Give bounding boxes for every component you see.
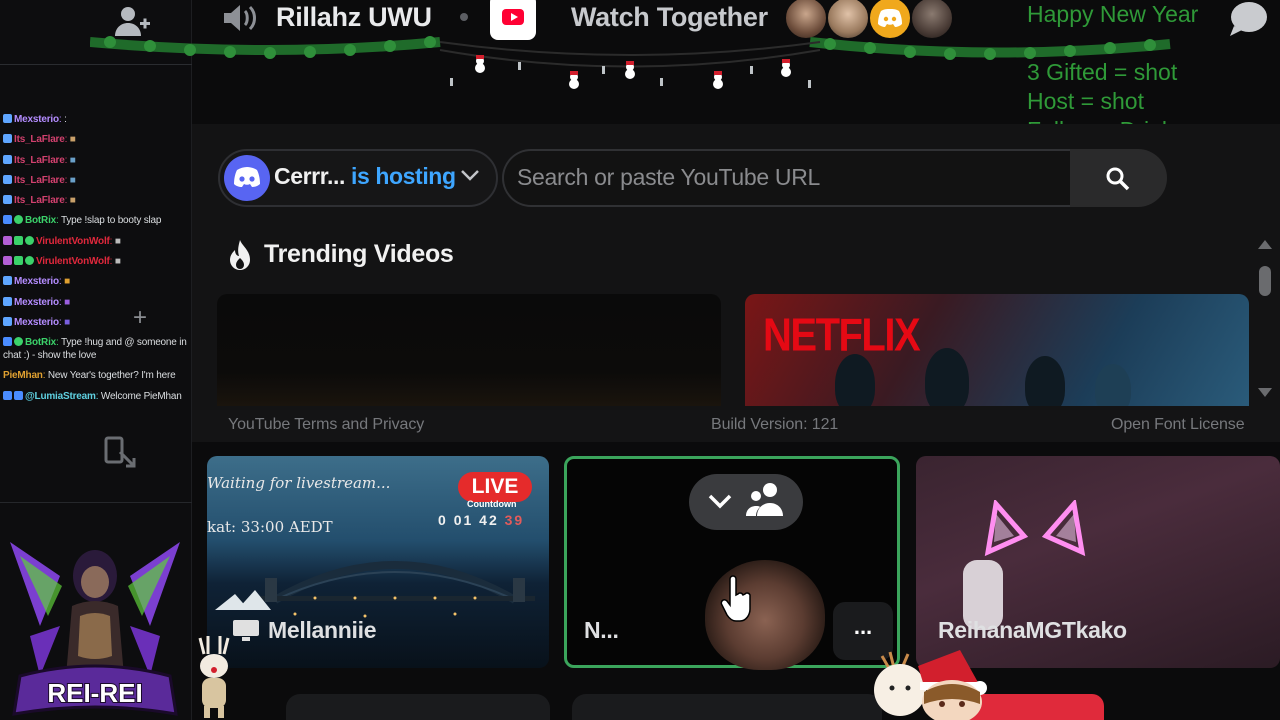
svg-text:REI-REI: REI-REI — [47, 678, 142, 708]
chat-message: Its_LaFlare: ■ — [3, 151, 201, 171]
chat-message: @LumiaStream: Welcome PieMhan — [3, 387, 201, 407]
hand-cursor-icon — [720, 575, 756, 623]
screen: Mexsterio: : Its_LaFlare: ■ Its_LaFlare:… — [0, 0, 1280, 720]
chat-message: BotRix: Type !hug and @ someone in chat … — [3, 337, 187, 362]
chat-message: Its_LaFlare: ■ — [3, 191, 201, 211]
participant-name: N... — [584, 617, 619, 643]
discord-icon — [224, 155, 270, 201]
countdown-hours: 01 — [453, 512, 474, 528]
search-placeholder: Search or paste YouTube URL — [517, 164, 821, 190]
chat-message: Mexsterio: ■ — [3, 293, 201, 313]
chat-message: PieMhan: New Year's together? I'm here — [3, 370, 176, 382]
scroll-up-arrow[interactable] — [1258, 240, 1272, 249]
countdown-timer: 0 01 42 39 — [438, 512, 524, 528]
countdown-minutes: 42 — [479, 512, 499, 528]
build-version: Build Version: 121 — [711, 416, 839, 433]
search-icon[interactable] — [1105, 166, 1131, 192]
scrollbar-thumb[interactable] — [1259, 266, 1271, 296]
reindeer-sticker — [198, 636, 230, 718]
separator-dot — [460, 13, 468, 21]
participant-name: Mellanniie — [268, 617, 377, 643]
chevron-down-icon[interactable] — [705, 486, 735, 516]
chat-message: Its_LaFlare: ■ — [3, 130, 201, 150]
participant-name: ReihanaMGTkako — [938, 617, 1127, 643]
trending-title: Trending Videos — [264, 240, 454, 268]
participant-tile-partial[interactable] — [572, 694, 882, 720]
chat-message: Mexsterio: : — [3, 110, 201, 130]
chat-message: BotRix: Type !slap to booty slap — [3, 211, 201, 231]
add-icon[interactable]: + — [133, 304, 147, 332]
host-status: is hosting — [351, 163, 456, 189]
license-link[interactable]: Open Font License — [1111, 416, 1245, 434]
leave-call-icon[interactable] — [102, 434, 138, 470]
video-thumbnail[interactable] — [217, 294, 721, 406]
chat-bubble-icon[interactable] — [1228, 0, 1268, 38]
participant-tile-partial[interactable] — [286, 694, 550, 720]
countdown-days: 0 — [438, 512, 448, 528]
people-icon[interactable] — [744, 480, 788, 520]
scroll-down-arrow[interactable] — [1258, 388, 1272, 397]
stream-overlay-caption: Waiting for livestream... — [207, 474, 391, 492]
divider — [0, 502, 192, 503]
thumbnail-figure — [1095, 364, 1131, 406]
chevron-down-icon[interactable] — [458, 163, 482, 193]
host-name: Cerrr... — [274, 163, 345, 189]
countdown-label: Countdown — [467, 499, 517, 509]
harbour-bridge-image — [215, 561, 535, 618]
chibi-sticker — [874, 650, 987, 720]
rei-rei-logo: REI-REI — [10, 542, 180, 716]
chat-message: VirulentVonWolf: ■ — [3, 252, 201, 272]
stream-chat: Mexsterio: : Its_LaFlare: ■ Its_LaFlare:… — [3, 110, 201, 407]
thumbnail-figure — [835, 354, 875, 406]
fire-icon — [224, 238, 256, 274]
chat-message: VirulentVonWolf: ■ — [3, 232, 201, 252]
live-badge: LIVE — [458, 472, 532, 502]
cat-ear-headphones — [984, 500, 1086, 557]
christmas-garland-decoration — [90, 36, 1171, 89]
terms-link[interactable]: YouTube Terms and Privacy — [228, 416, 424, 434]
countdown-seconds: 39 — [504, 512, 525, 528]
chat-message: Mexsterio: ■ — [3, 272, 201, 292]
thumbnail-figure — [1025, 356, 1065, 406]
chat-message: Its_LaFlare: ■ — [3, 171, 201, 191]
chat-message: Mexsterio: ■ — [3, 313, 201, 333]
thumbnail-figure — [925, 348, 969, 406]
netflix-logo: NETFLIX — [763, 310, 921, 361]
